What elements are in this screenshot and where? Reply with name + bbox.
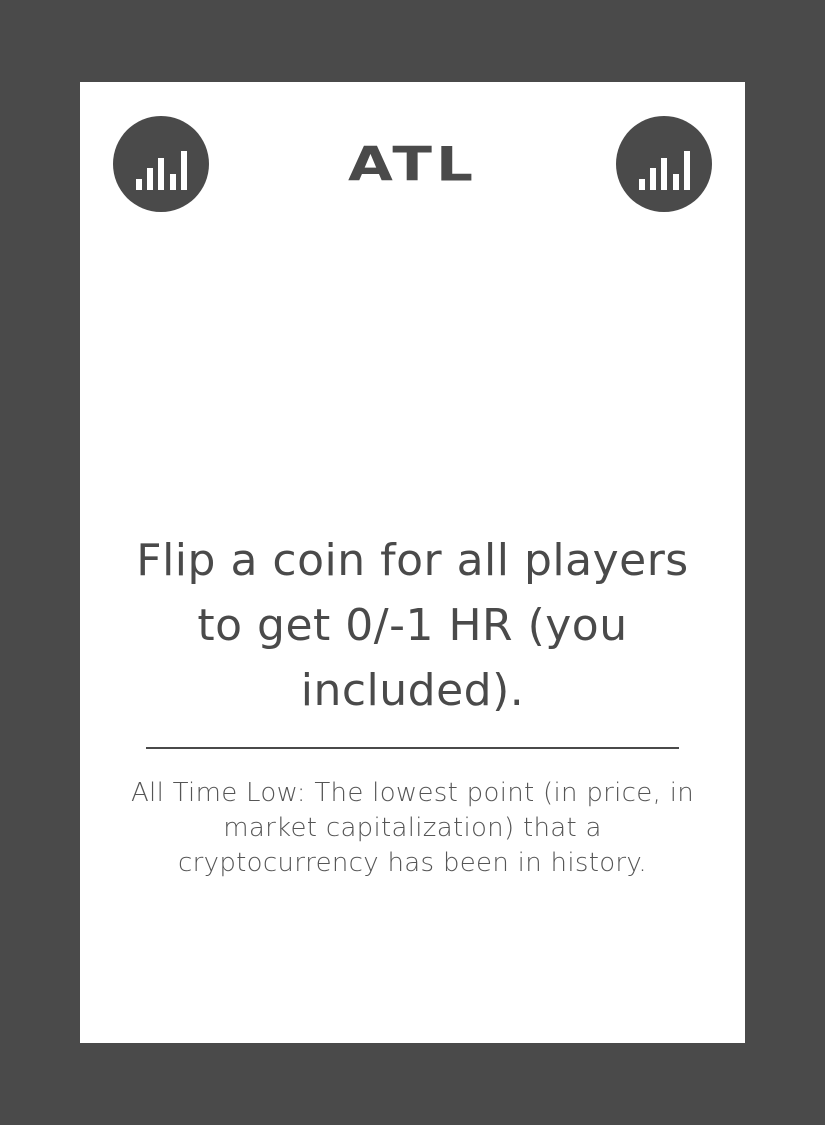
card-effect-text: Flip a coin for all players to get 0/-1 … — [136, 535, 689, 716]
signal-bars-badge-right — [616, 116, 712, 212]
divider — [146, 747, 679, 749]
card-definition-text: All Time Low: The lowest point (in price… — [130, 778, 695, 878]
game-card[interactable]: ATL Flip a coin for all players to get 0… — [80, 82, 745, 1043]
signal-bars-icon — [639, 151, 690, 190]
